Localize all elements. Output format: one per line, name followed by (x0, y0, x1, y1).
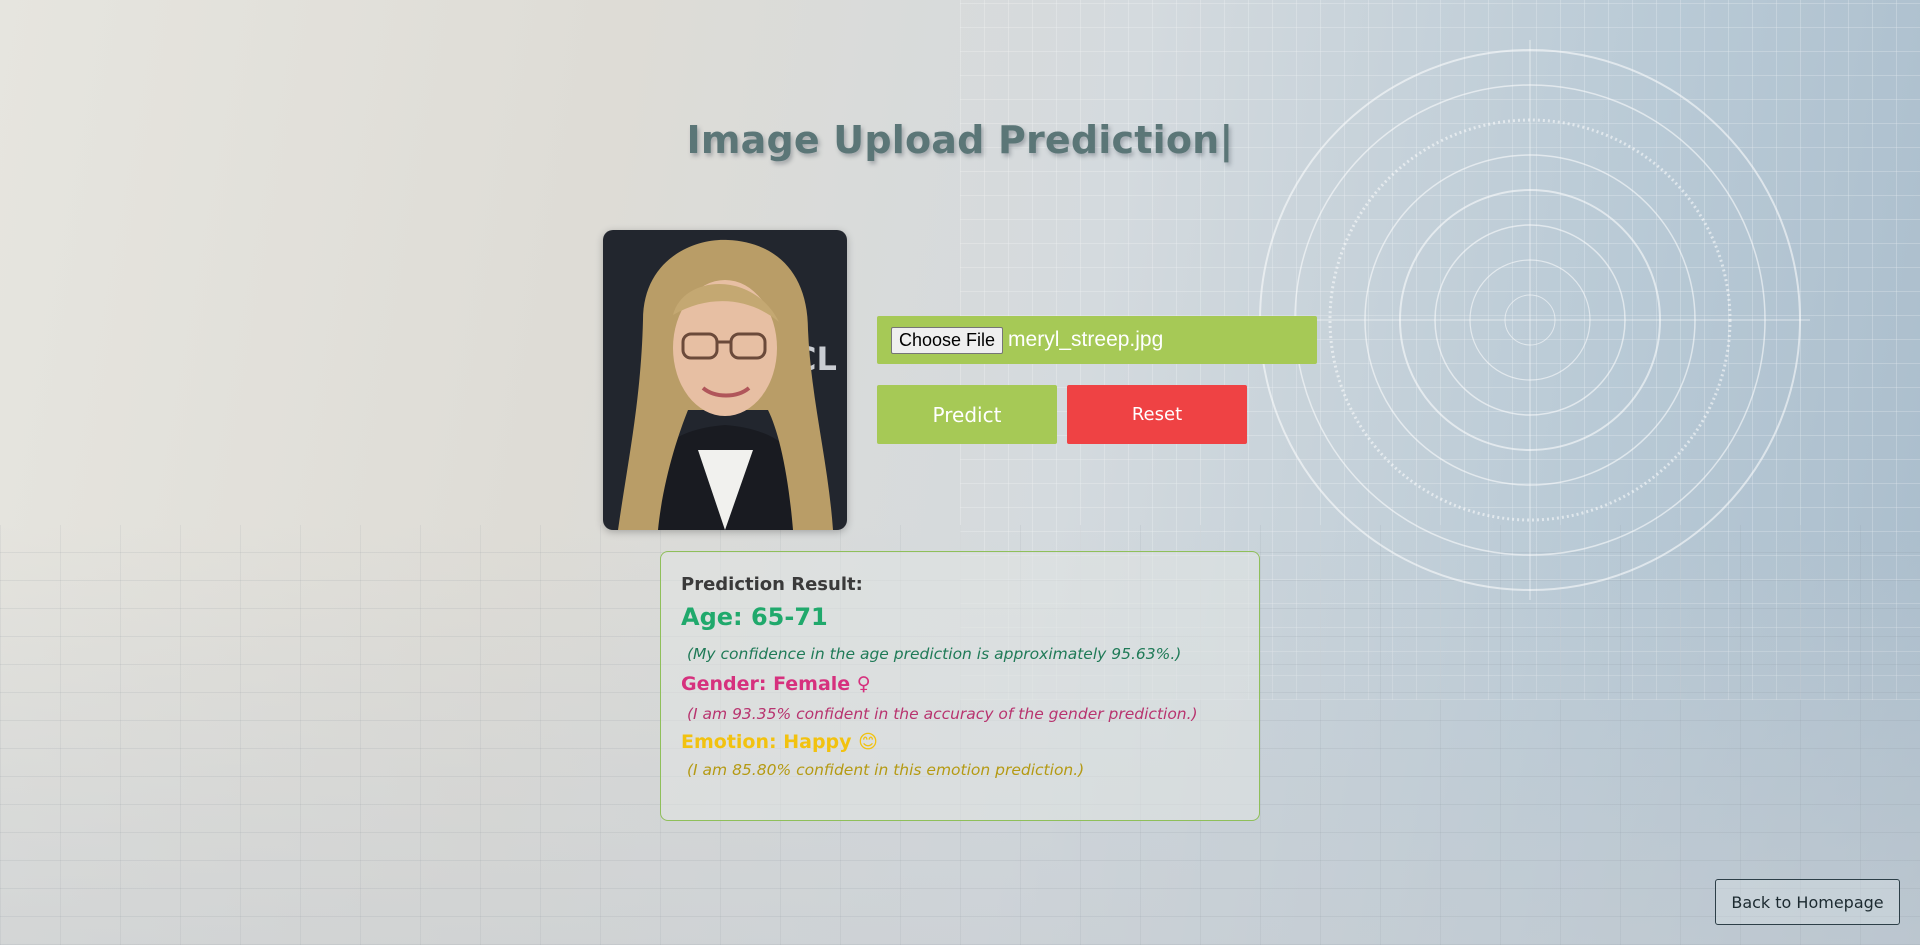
uploaded-image-preview: CL (603, 230, 847, 530)
portrait-image: CL (603, 230, 847, 530)
prediction-result-panel: Prediction Result: Age: 65-71 (My confid… (660, 551, 1260, 821)
page: Image Upload Prediction| CL Choose File … (0, 0, 1920, 945)
emotion-prediction: Emotion: Happy 😊 (681, 731, 878, 753)
predict-button[interactable]: Predict (877, 385, 1057, 444)
gender-confidence-note: (I am 93.35% confident in the accuracy o… (687, 705, 1198, 723)
age-confidence-note: (My confidence in the age prediction is … (687, 645, 1182, 663)
page-title: Image Upload Prediction| (686, 118, 1234, 162)
age-prediction: Age: 65-71 (681, 603, 828, 631)
reset-button[interactable]: Reset (1067, 385, 1247, 444)
choose-file-button[interactable]: Choose File (891, 326, 1004, 354)
gender-prediction: Gender: Female ♀ (681, 673, 871, 695)
emotion-confidence-note: (I am 85.80% confident in this emotion p… (687, 761, 1085, 779)
back-to-homepage-button[interactable]: Back to Homepage (1715, 879, 1900, 925)
selected-file-name: meryl_streep.jpg (1008, 328, 1164, 351)
result-heading: Prediction Result: (681, 574, 863, 595)
file-upload-field[interactable]: Choose File meryl_streep.jpg (877, 316, 1317, 364)
